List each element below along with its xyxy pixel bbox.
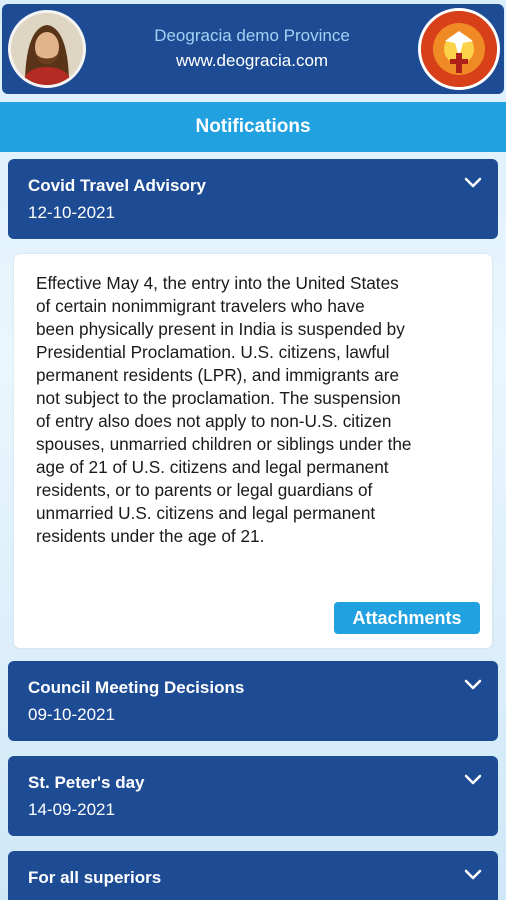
notification-card[interactable]: St. Peter's day 14-09-2021	[8, 756, 498, 836]
notification-date: 14-09-2021	[28, 800, 115, 819]
notification-title: For all superiors	[28, 868, 162, 887]
notification-date: 12-10-2021	[28, 203, 115, 222]
notification-body: Effective May 4, the entry into the Unit…	[36, 273, 412, 546]
notification-date: 09-10-2021	[28, 705, 115, 724]
jesus-portrait-icon	[8, 10, 86, 88]
header-text: Deogracia demo Province www.deogracia.co…	[86, 24, 418, 74]
notification-title: Council Meeting Decisions	[28, 678, 245, 697]
notification-detail-panel: Effective May 4, the entry into the Unit…	[14, 254, 492, 648]
page-title-bar: Notifications	[0, 102, 506, 152]
chevron-down-icon[interactable]	[464, 177, 482, 189]
notification-title: Covid Travel Advisory	[28, 176, 206, 195]
app-header: Deogracia demo Province www.deogracia.co…	[2, 4, 504, 94]
notification-card[interactable]: Council Meeting Decisions 09-10-2021	[8, 661, 498, 741]
chevron-down-icon[interactable]	[464, 679, 482, 691]
page-title: Notifications	[195, 116, 311, 137]
chevron-down-icon[interactable]	[464, 774, 482, 786]
notification-title: St. Peter's day	[28, 773, 145, 792]
notification-card[interactable]: For all superiors	[8, 851, 498, 900]
chevron-down-icon[interactable]	[464, 869, 482, 881]
holy-spirit-dove-logo-icon	[418, 8, 500, 90]
attachments-button[interactable]: Attachments	[334, 602, 480, 634]
app-url[interactable]: www.deogracia.com	[86, 48, 418, 74]
app-title: Deogracia demo Province	[154, 26, 350, 45]
notification-card[interactable]: Covid Travel Advisory 12-10-2021	[8, 159, 498, 239]
